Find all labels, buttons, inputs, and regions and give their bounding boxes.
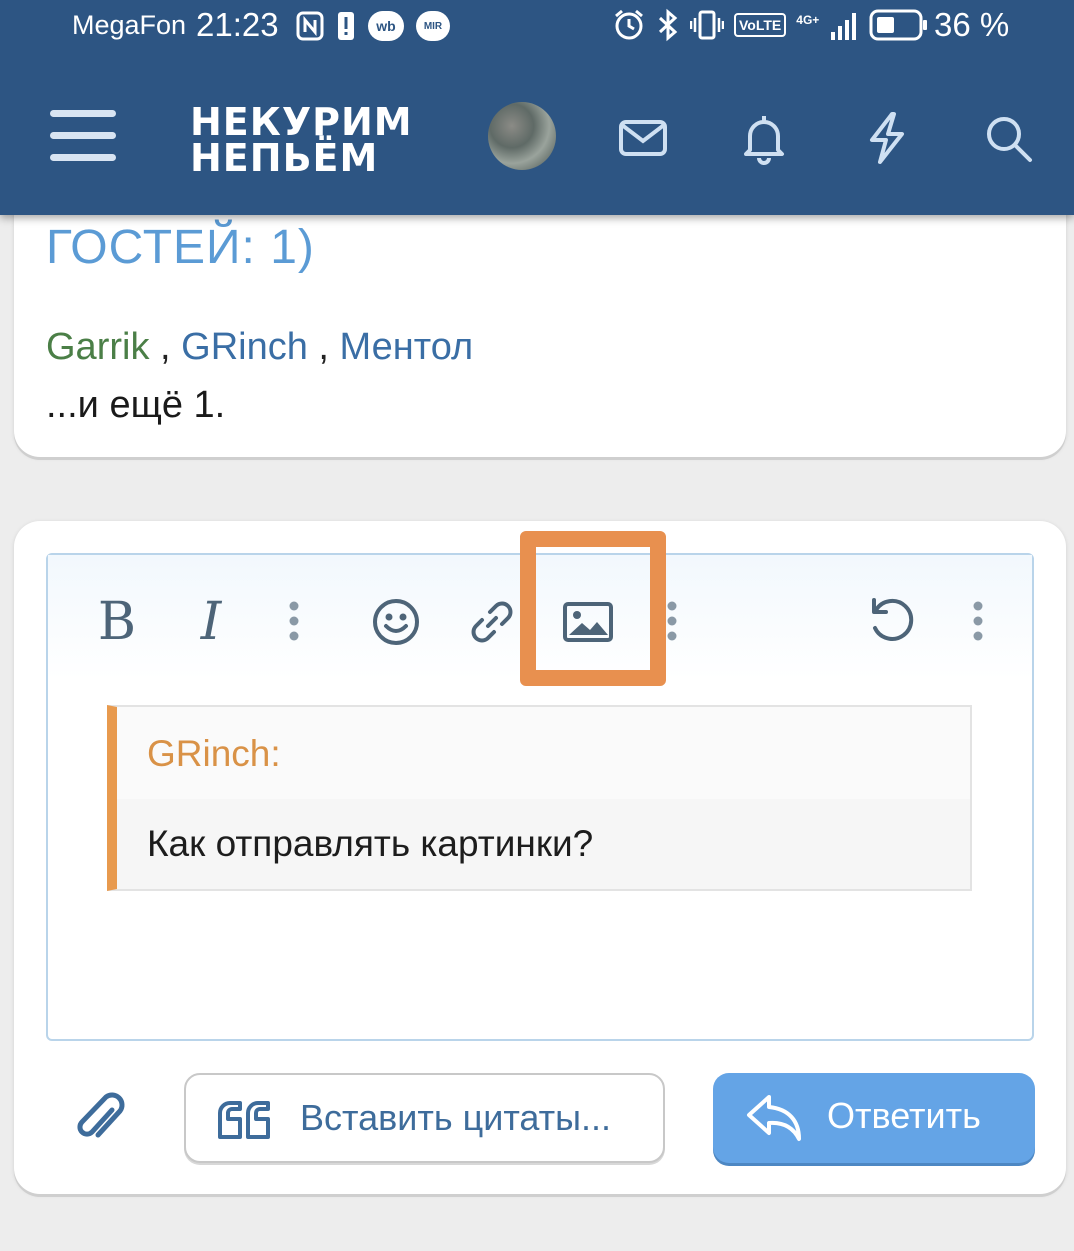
reply-icon <box>747 1095 801 1141</box>
separator: , <box>307 326 340 368</box>
more-users-text: ...и ещё 1. <box>46 384 226 426</box>
network-type: 4G+ <box>796 13 820 27</box>
quote-block[interactable]: GRinch: Как отправлять картинки? <box>107 705 972 891</box>
menu-icon[interactable] <box>50 110 116 168</box>
logo-line-2: НЕПЬЁМ <box>190 136 379 180</box>
carrier-label: MegaFon <box>72 10 187 40</box>
more-vertical-icon[interactable] <box>660 600 684 644</box>
quote-author[interactable]: GRinch: <box>147 733 281 775</box>
user-link[interactable]: GRinch <box>181 326 308 368</box>
separator: , <box>149 326 182 368</box>
search-icon[interactable] <box>980 110 1036 166</box>
insert-quotes-button[interactable]: Вставить цитаты... <box>184 1073 665 1163</box>
mir-app-icon: MIR <box>416 11 450 41</box>
quote-icon <box>218 1101 270 1139</box>
notification-icons: wb MIR <box>296 10 450 42</box>
signal-icon <box>831 13 857 40</box>
status-bar: MegaFon 21:23 wb MIR VoLTE 4G+ 36 % <box>0 0 1074 56</box>
app-header: MegaFon 21:23 wb MIR VoLTE 4G+ 36 % НЕКУ… <box>0 0 1074 215</box>
site-logo[interactable]: НЕКУРИМ НЕПЬЁМ <box>190 100 413 180</box>
avatar[interactable] <box>488 102 556 170</box>
italic-button[interactable]: I <box>186 592 236 652</box>
clock: 21:23 <box>196 6 279 43</box>
more-vertical-icon[interactable] <box>282 600 306 644</box>
vibrate-icon <box>690 10 724 40</box>
quote-text: Как отправлять картинки? <box>147 823 594 864</box>
battery-icon <box>869 9 928 41</box>
nfc-icon <box>296 11 324 41</box>
battery-percent: 36 % <box>934 6 1010 43</box>
wb-app-icon: wb <box>368 11 404 41</box>
envelope-icon[interactable] <box>615 110 671 166</box>
volte-indicator: VoLTE <box>734 13 787 37</box>
insert-quotes-label: Вставить цитаты... <box>300 1097 612 1138</box>
bell-icon[interactable] <box>736 110 792 166</box>
lightning-icon[interactable] <box>858 110 914 166</box>
system-icons: VoLTE 4G+ <box>612 8 929 42</box>
reply-label: Ответить <box>827 1095 981 1136</box>
attach-icon[interactable] <box>74 1090 126 1146</box>
smiley-icon[interactable] <box>370 596 422 648</box>
reply-button[interactable]: Ответить <box>713 1073 1035 1163</box>
bluetooth-icon <box>658 8 678 42</box>
online-title[interactable]: ГОСТЕЙ: 1) <box>46 220 315 275</box>
undo-icon[interactable] <box>866 594 920 648</box>
bold-button[interactable]: B <box>92 592 142 652</box>
user-link[interactable]: Ментол <box>340 326 474 368</box>
user-link[interactable]: Garrik <box>46 326 149 368</box>
alert-icon <box>338 12 354 40</box>
logo-line-1: НЕКУРИМ <box>190 100 413 144</box>
alarm-icon <box>615 9 643 40</box>
image-button-highlight <box>520 531 666 686</box>
link-icon[interactable] <box>466 596 518 648</box>
more-vertical-icon[interactable] <box>966 600 990 644</box>
online-users-list: Garrik , GRinch , Ментол <box>46 326 473 369</box>
